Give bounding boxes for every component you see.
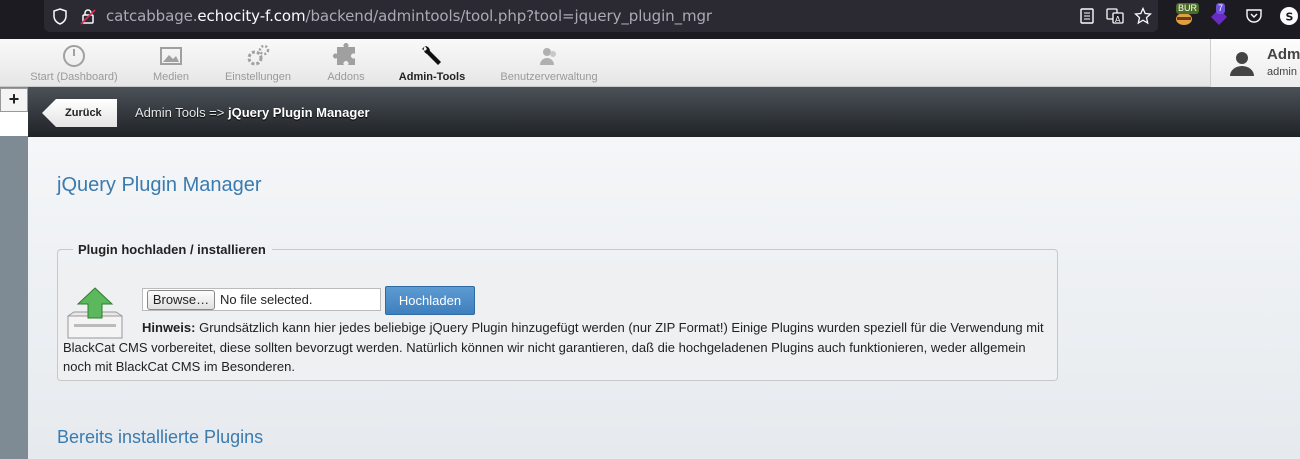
nav-media[interactable]: Medien (148, 39, 194, 87)
upload-button[interactable]: Hochladen (385, 286, 475, 315)
hint-label: Hinweis: (142, 320, 196, 335)
extension-count-badge: 7 (1216, 3, 1226, 14)
nav-label: Medien (152, 71, 190, 83)
dashboard-icon (63, 45, 85, 67)
fieldset-border (272, 249, 1058, 263)
sidebar-panel (0, 112, 28, 136)
nav-label: Start (Dashboard) (30, 71, 118, 83)
insecure-lock-icon[interactable] (80, 8, 96, 25)
svg-text:A: A (1115, 15, 1121, 24)
translate-icon[interactable]: A (1106, 7, 1124, 25)
breadcrumb-current: jQuery Plugin Manager (228, 105, 370, 120)
nav-addons[interactable]: Addons (324, 39, 368, 87)
nav-admin-tools[interactable]: Admin-Tools (398, 39, 466, 87)
wrench-icon (422, 46, 441, 65)
user-name: Admi (1267, 46, 1300, 63)
browser-toolbar: catcabbage.echocity-f.com/backend/admint… (0, 0, 1300, 39)
installed-plugins-title: Bereits installierte Plugins (57, 427, 264, 447)
breadcrumb-parent: Admin Tools => (135, 105, 225, 120)
nav-label: Addons (327, 71, 365, 83)
gears-icon (247, 44, 270, 66)
bookmark-star-icon[interactable] (1134, 7, 1152, 25)
shield-icon[interactable] (52, 8, 68, 25)
fieldset-border (57, 249, 73, 263)
url-text[interactable]: catcabbage.echocity-f.com/backend/admint… (106, 7, 712, 25)
account-icon[interactable]: S (1279, 6, 1299, 26)
puzzle-icon (333, 43, 355, 65)
user-menu[interactable]: Admi admin (1210, 39, 1300, 87)
nav-label: Einstellungen (224, 71, 292, 83)
nav-settings[interactable]: Einstellungen (222, 39, 294, 87)
breadcrumb: Admin Tools => jQuery Plugin Manager (135, 105, 370, 120)
nav-dashboard[interactable]: Start (Dashboard) (30, 39, 118, 87)
browse-button[interactable]: Browse… (147, 290, 215, 310)
extension-badge: BUR (1176, 3, 1200, 14)
sidebar-strip (0, 87, 28, 459)
back-button[interactable]: Zurück (42, 99, 117, 127)
expand-sidebar-button[interactable]: + (0, 88, 28, 112)
reader-view-icon[interactable] (1078, 7, 1096, 25)
users-icon (540, 48, 556, 65)
svg-text:S: S (1286, 11, 1294, 24)
user-role: admin (1267, 66, 1297, 78)
file-status: No file selected. (220, 292, 313, 307)
hint-text: Grundsätzlich kann hier jedes beliebige … (63, 320, 1044, 374)
upload-legend: Plugin hochladen / installieren (78, 242, 266, 257)
image-icon (160, 47, 182, 65)
nav-label: Benutzerverwaltung (500, 71, 598, 83)
upload-hint: Hinweis: Grundsätzlich kann hier jedes b… (63, 318, 1053, 377)
pocket-icon[interactable] (1245, 7, 1263, 25)
nav-label: Admin-Tools (398, 71, 466, 83)
main-nav: Start (Dashboard) Medien Einstellungen A… (0, 39, 1300, 87)
nav-user-management[interactable]: Benutzerverwaltung (498, 39, 600, 87)
page-title: jQuery Plugin Manager (57, 174, 262, 196)
user-avatar-icon (1230, 52, 1254, 76)
